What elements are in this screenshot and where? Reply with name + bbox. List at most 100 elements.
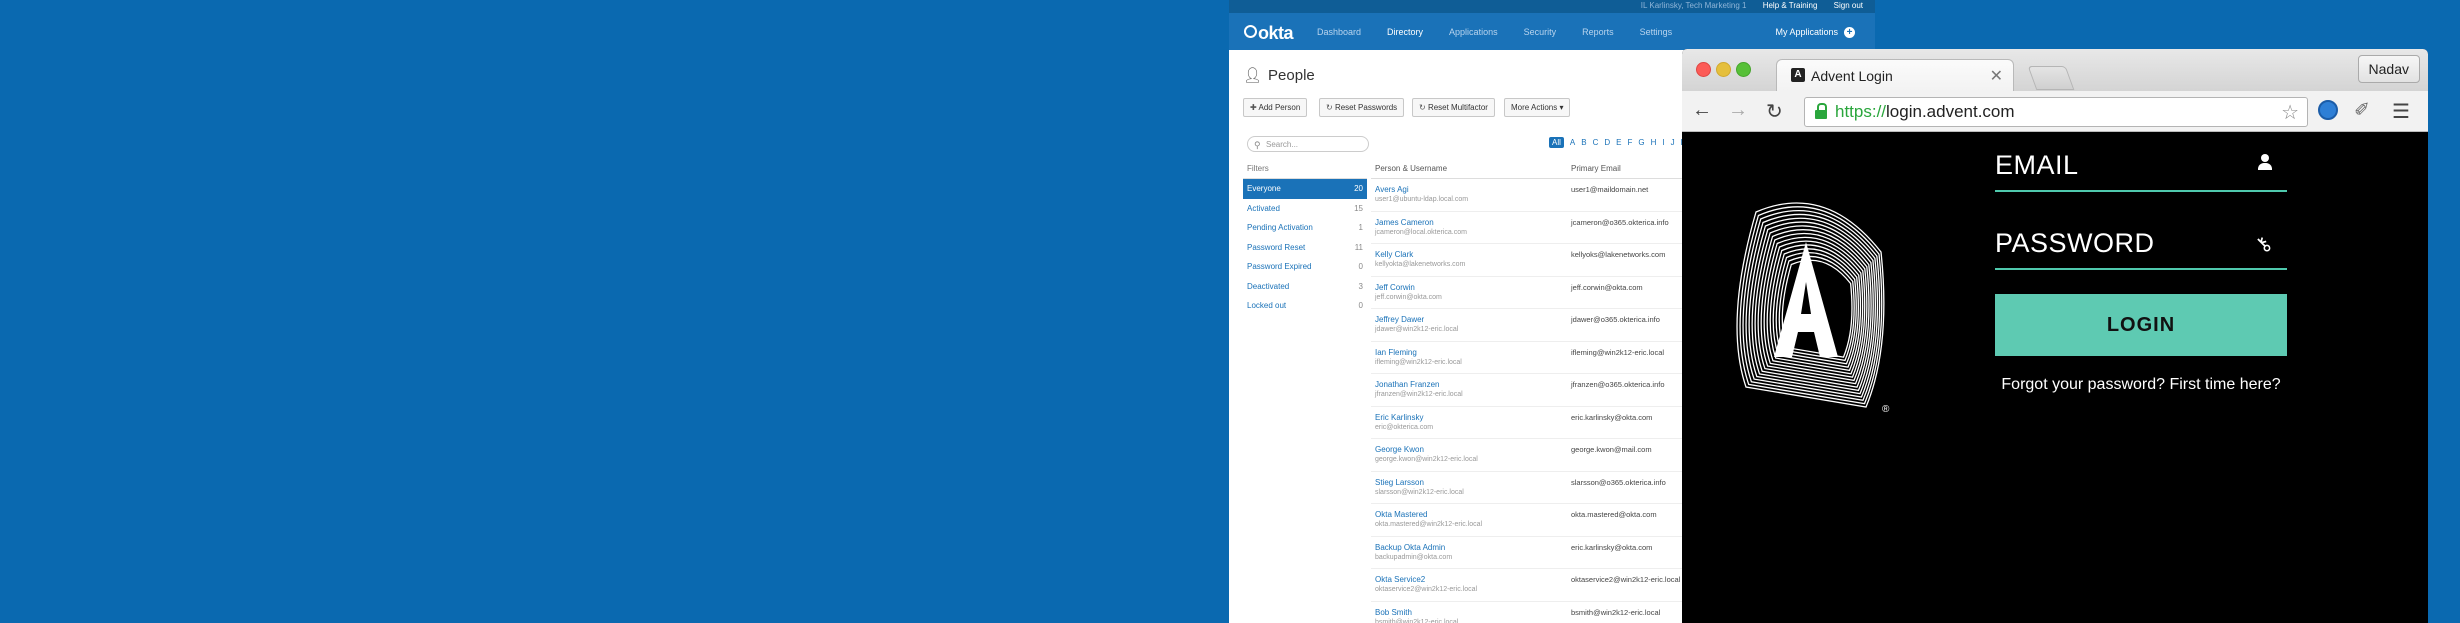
email-input[interactable] [1995,150,2287,190]
reset-multifactor-button[interactable]: ↻ Reset Multifactor [1412,98,1495,117]
person-name-link[interactable]: Jeff Corwin [1375,283,1415,292]
new-tab-button[interactable] [2027,66,2075,90]
person-email: kellyoks@lakenetworks.com [1571,250,1666,259]
column-header-email[interactable]: Primary Email [1571,160,1621,178]
password-underline [1995,268,2287,270]
person-username: oktaservice2@win2k12-eric.local [1375,586,1478,593]
help-training-link[interactable]: Help & Training [1763,1,1818,10]
url-text: https://login.advent.com [1835,102,2015,122]
filter-item[interactable]: Password Reset 11 [1243,238,1367,258]
alpha-letter[interactable]: G [1638,138,1644,147]
okta-logo[interactable]: okta [1244,23,1294,44]
add-person-button[interactable]: ✚ Add Person [1243,98,1308,117]
menu-icon[interactable]: ☰ [2392,99,2410,124]
browser-window: A Advent Login ✕ Nadav ← → ↻ https://log… [1682,49,2428,623]
reset-multifactor-label: Reset Multifactor [1427,103,1488,112]
login-page: ® EMAIL PASSWORD ⚷ LOGIN Forgot your pas… [1682,132,2428,623]
tab-close-icon[interactable]: ✕ [1990,66,2003,86]
alpha-letter[interactable]: I [1662,138,1664,147]
add-person-icon: ✚ [1250,103,1257,112]
url-host: login.advent.com [1886,102,2015,121]
person-username: user1@ubuntu-ldap.local.com [1375,196,1469,203]
person-name-link[interactable]: George Kwon [1375,445,1424,454]
person-name-link[interactable]: Ian Fleming [1375,348,1417,357]
address-bar[interactable]: https://login.advent.com ☆ [1804,97,2308,127]
filter-item[interactable]: Activated 15 [1243,199,1367,219]
person-name-link[interactable]: Avers Agi [1375,185,1409,194]
filter-count: 15 [1354,203,1363,213]
page-title: 👤︎ People [1243,66,1315,84]
person-name-link[interactable]: Jeffrey Dawer [1375,315,1424,324]
back-icon[interactable]: ← [1692,99,1712,122]
filter-label: Activated [1247,203,1280,213]
person-email: bsmith@win2k12-eric.local [1571,607,1661,617]
filter-count: 3 [1358,281,1363,291]
person-name-link[interactable]: Eric Karlinsky [1375,413,1423,422]
add-person-label: Add Person [1258,103,1301,112]
person-username: bsmith@win2k12-eric.local [1375,618,1459,623]
more-actions-button[interactable]: More Actions ▾ [1504,98,1571,117]
filter-item[interactable]: Deactivated 3 [1243,277,1367,297]
nav-directory[interactable]: Directory [1387,27,1423,37]
refresh-icon: ↻ [1326,103,1333,112]
okta-nav-bar: okta Dashboard Directory Applications Se… [1229,13,1875,50]
filter-item[interactable]: Locked out 0 [1243,296,1367,316]
filter-label: Deactivated [1247,281,1290,291]
alpha-letter[interactable]: C [1593,138,1599,147]
filter-label: Pending Activation [1247,223,1313,232]
person-email: okta.mastered@okta.com [1571,510,1657,519]
person-name-link[interactable]: Okta Mastered [1375,510,1427,519]
person-name-link[interactable]: Bob Smith [1375,608,1412,617]
filter-count: 0 [1358,301,1363,310]
zoom-window-button[interactable] [1736,62,1751,77]
person-name-link[interactable]: James Cameron [1375,218,1434,227]
eyedropper-icon[interactable]: ✐ [2354,99,2370,122]
person-email: jdawer@o365.okterica.info [1571,315,1660,324]
sign-out-link[interactable]: Sign out [1834,1,1863,10]
nav-dashboard[interactable]: Dashboard [1317,27,1361,37]
search-input[interactable]: ⚲ Search... [1247,136,1369,152]
filter-item[interactable]: Pending Activation 1 [1243,218,1367,238]
reload-icon[interactable]: ↻ [1766,99,1783,124]
person-name-link[interactable]: Okta Service2 [1375,575,1425,584]
alpha-letter[interactable]: J [1671,138,1675,147]
alpha-letter[interactable]: A [1570,138,1575,147]
forward-icon[interactable]: → [1728,99,1748,122]
filter-item[interactable]: Password Expired 0 [1243,257,1367,277]
okta-user-bar: IL Karlinsky, Tech Marketing 1 Help & Tr… [1229,0,1875,13]
nav-applications[interactable]: Applications [1449,27,1498,37]
person-username: slarsson@win2k12-eric.local [1375,488,1464,496]
forgot-password-link[interactable]: Forgot your password? First time here? [1995,376,2287,394]
search-icon: ⚲ [1254,140,1261,150]
person-name-link[interactable]: Backup Okta Admin [1375,543,1445,552]
alpha-all[interactable]: All [1549,137,1564,148]
close-window-button[interactable] [1696,62,1711,77]
alpha-letter[interactable]: D [1604,138,1610,147]
person-email: ifleming@win2k12-eric.local [1571,347,1665,357]
extension-circle-icon[interactable] [2318,100,2338,120]
search-placeholder: Search... [1266,140,1299,149]
column-header-person[interactable]: Person & Username [1375,160,1447,178]
my-applications-link[interactable]: My Applications + [1775,27,1855,38]
alpha-letter[interactable]: F [1627,138,1632,147]
alpha-letter[interactable]: H [1651,138,1657,147]
filters-panel: Filters Everyone 20 Activated 15 Pending Act… [1243,160,1367,316]
login-button[interactable]: LOGIN [1995,294,2287,356]
browser-tab[interactable]: A Advent Login ✕ [1776,59,2014,92]
minimize-window-button[interactable] [1716,62,1731,77]
password-input[interactable] [1995,228,2287,268]
reset-passwords-button[interactable]: ↻ Reset Passwords [1319,98,1405,117]
person-name-link[interactable]: Stieg Larsson [1375,478,1424,487]
nav-security[interactable]: Security [1524,27,1557,37]
nav-settings[interactable]: Settings [1640,27,1673,37]
alpha-letter[interactable]: E [1616,138,1621,147]
nav-reports[interactable]: Reports [1582,27,1614,37]
current-user-label: IL Karlinsky, Tech Marketing 1 [1640,1,1747,10]
bookmark-star-icon[interactable]: ☆ [2281,100,2299,125]
alpha-letter[interactable]: B [1581,138,1586,147]
person-name-link[interactable]: Jonathan Franzen [1375,380,1440,389]
profile-button[interactable]: Nadav [2357,55,2420,83]
person-name-link[interactable]: Kelly Clark [1375,250,1413,259]
filter-item[interactable]: Everyone 20 [1243,179,1367,199]
secure-lock-icon[interactable] [1815,103,1827,119]
